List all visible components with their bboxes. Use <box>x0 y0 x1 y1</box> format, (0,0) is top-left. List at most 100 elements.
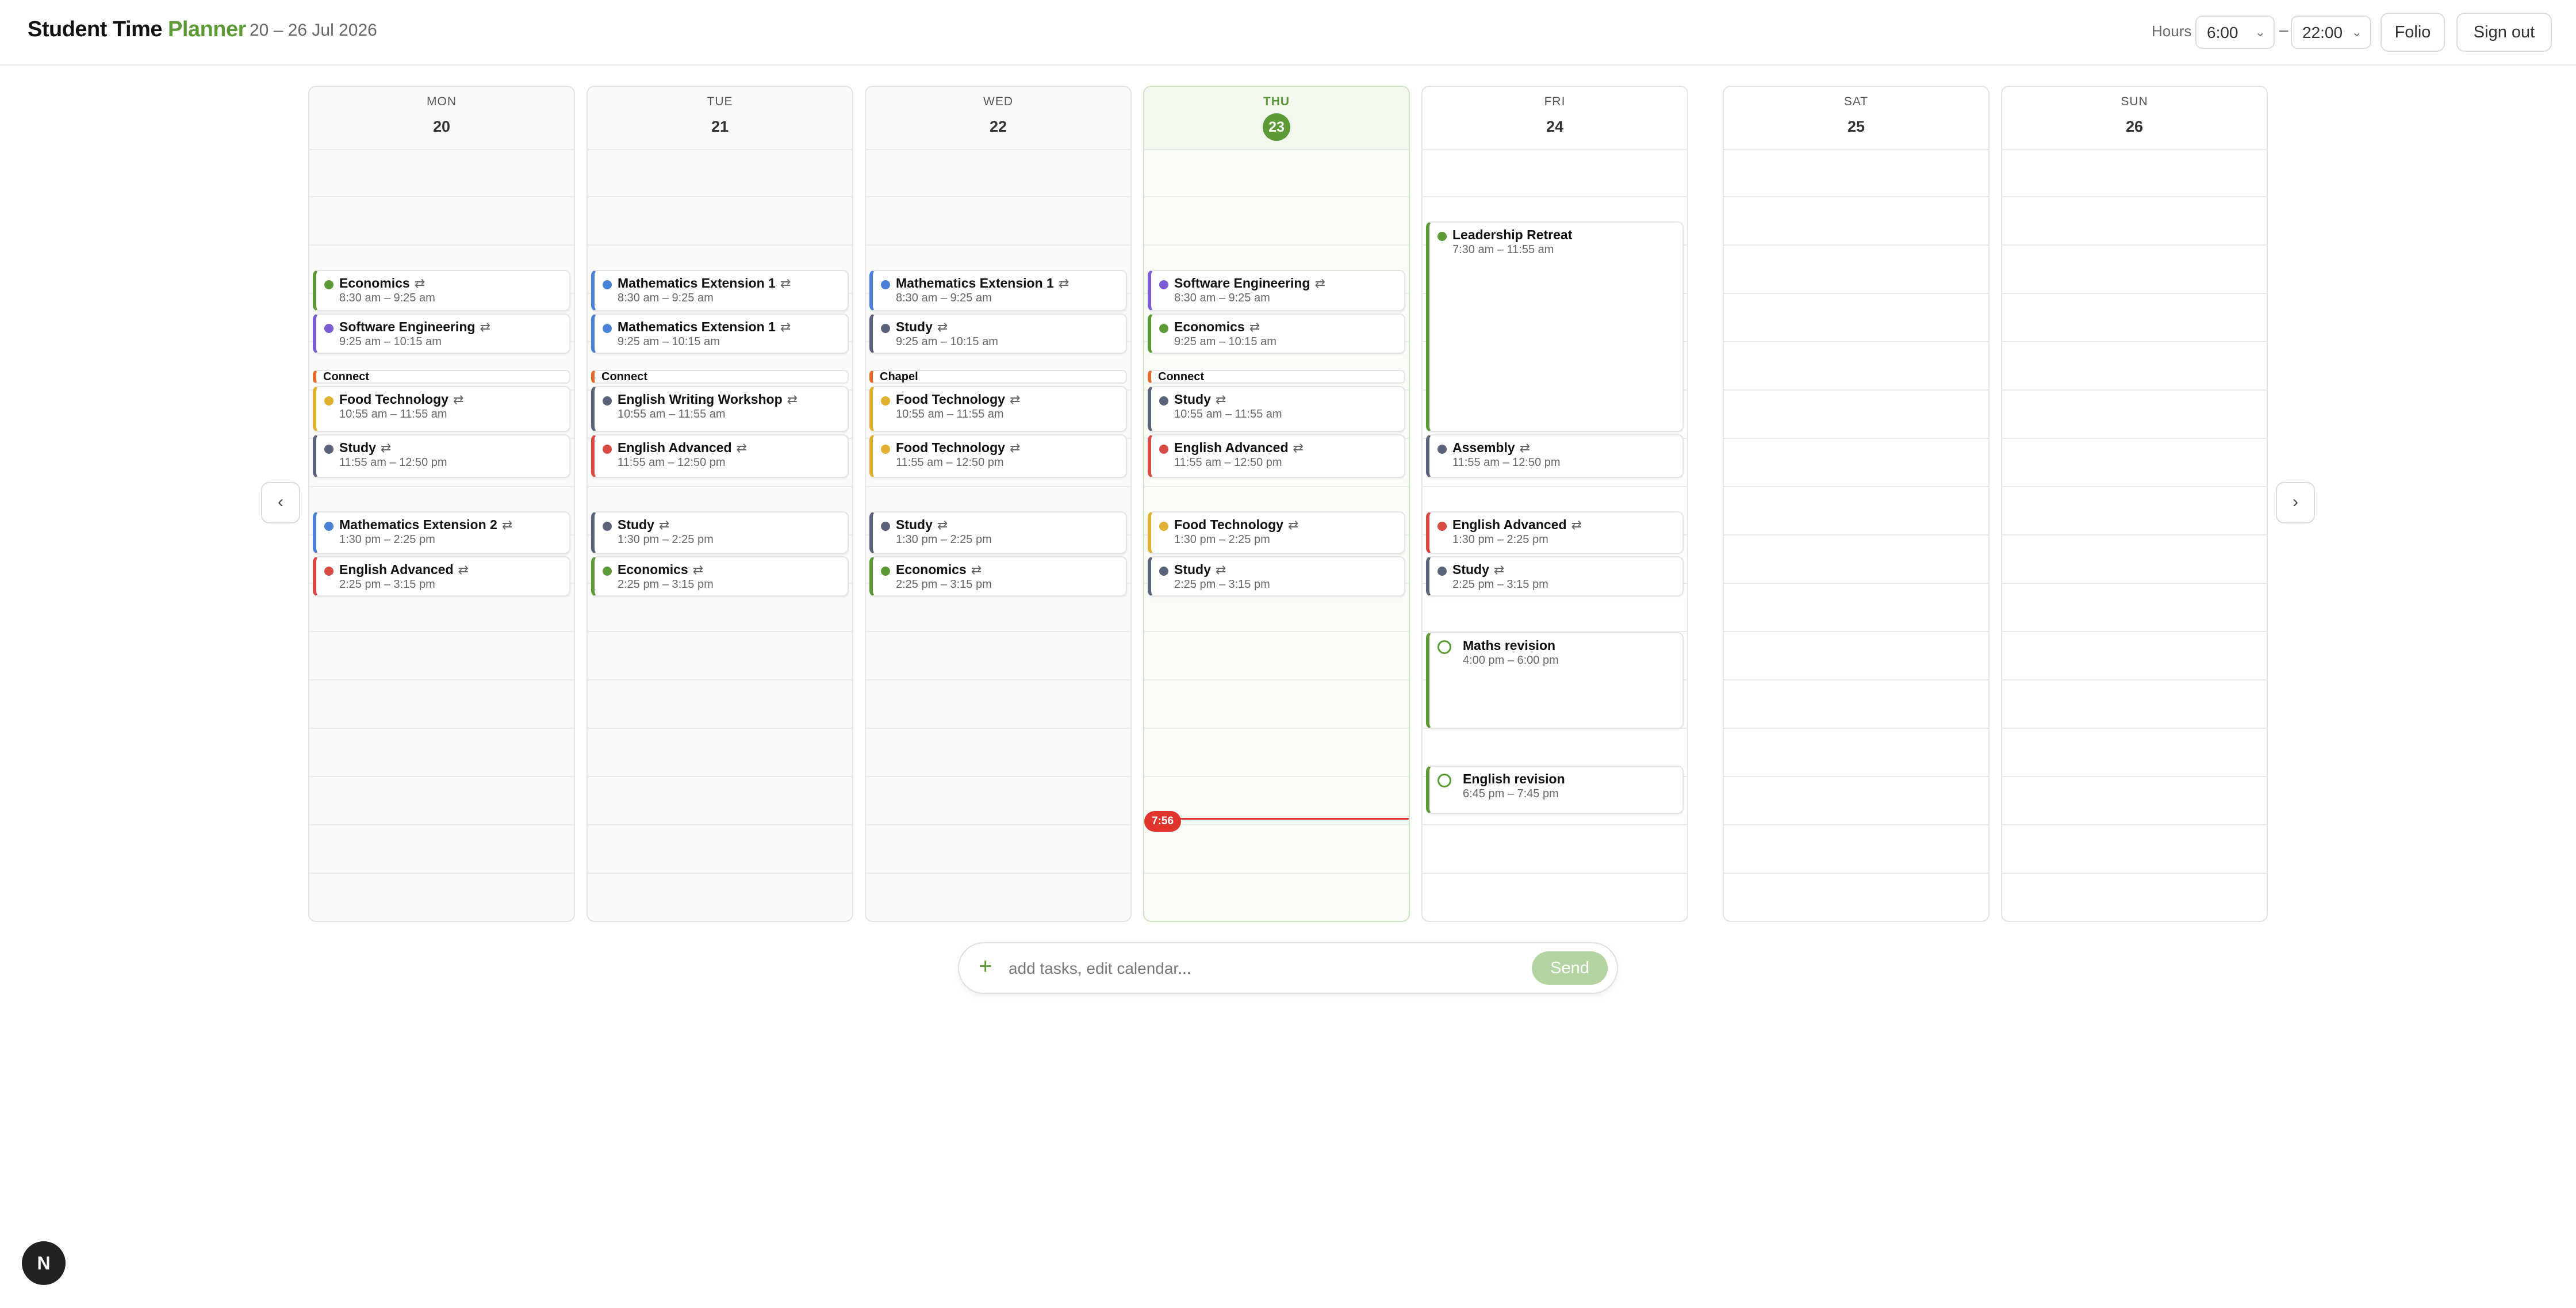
repeat-icon: ⇄ <box>658 518 670 532</box>
event-card[interactable]: Food Technology ⇄ 11:55 am – 12:50 pm <box>869 434 1127 478</box>
connect-bar[interactable]: Connect <box>313 370 570 384</box>
event-time: 1:30 pm – 2:25 pm <box>896 533 992 546</box>
next-week-button[interactable]: › <box>2276 482 2315 523</box>
repeat-icon: ⇄ <box>1571 518 1582 532</box>
day-column-fri: FRI 24 Leadership Retreat 7:30 am – 11:5… <box>1421 86 1688 922</box>
event-card[interactable]: English Advanced ⇄ 2:25 pm – 3:15 pm <box>313 556 570 596</box>
event-card[interactable]: Economics ⇄ 2:25 pm – 3:15 pm <box>869 556 1127 596</box>
day-name: THU <box>1263 95 1290 108</box>
event-time: 11:55 am – 12:50 pm <box>1452 456 1561 469</box>
task-time: 4:00 pm – 6:00 pm <box>1463 654 1559 667</box>
event-card[interactable]: Software Engineering ⇄ 9:25 am – 10:15 am <box>313 313 570 354</box>
day-number: 21 <box>711 118 729 135</box>
maths-dot-icon <box>603 280 612 289</box>
event-time: 10:55 am – 11:55 am <box>618 408 726 420</box>
day-column-mon: MON 20 Economics ⇄ 8:30 am – 9:25 am Soft… <box>308 86 575 922</box>
dev-tools-badge[interactable]: N <box>22 1241 66 1285</box>
day-number: 20 <box>432 118 451 135</box>
event-time: 9:25 am – 10:15 am <box>1174 335 1276 348</box>
event-title: Study <box>1452 562 1489 577</box>
repeat-icon: ⇄ <box>414 276 425 290</box>
chapel-bar[interactable]: Chapel <box>869 370 1127 384</box>
repeat-icon: ⇄ <box>1293 441 1304 455</box>
day-number: 26 <box>2125 118 2144 135</box>
maths-dot-icon <box>324 522 334 531</box>
bar-label: Connect <box>601 370 647 383</box>
assembly-dot-icon <box>1438 445 1447 454</box>
event-time: 2:25 pm – 3:15 pm <box>618 578 714 591</box>
end-hour-select[interactable]: 22:00 ⌄ <box>2291 16 2371 49</box>
event-card[interactable]: Mathematics Extension 1 ⇄ 8:30 am – 9:25 … <box>869 270 1127 311</box>
start-hour-value: 6:00 <box>2207 24 2238 41</box>
event-time: 11:55 am – 12:50 pm <box>1174 456 1282 469</box>
event-card[interactable]: Food Technology ⇄ 10:55 am – 11:55 am <box>313 386 570 432</box>
event-card[interactable]: Study ⇄ 1:30 pm – 2:25 pm <box>591 511 849 554</box>
task-checkbox[interactable] <box>1438 640 1451 654</box>
event-title: Food Technology <box>339 392 448 407</box>
event-card[interactable]: Study ⇄ 2:25 pm – 3:15 pm <box>1148 556 1405 596</box>
current-time-line <box>1178 818 1409 820</box>
hour-grid[interactable] <box>2002 149 2267 921</box>
day-name: FRI <box>1544 95 1566 108</box>
event-title: Study <box>896 319 933 334</box>
event-title: Food Technology <box>896 392 1005 407</box>
event-card[interactable]: Economics ⇄ 8:30 am – 9:25 am <box>313 270 570 311</box>
connect-bar[interactable]: Connect <box>1148 370 1405 384</box>
send-button[interactable]: Send <box>1532 951 1608 985</box>
repeat-icon: ⇄ <box>453 392 464 407</box>
event-card[interactable]: Study ⇄ 9:25 am – 10:15 am <box>869 313 1127 354</box>
folio-button[interactable]: Folio <box>2380 13 2445 52</box>
day-header: FRI 24 <box>1423 87 1687 150</box>
event-card[interactable]: English Writing Workshop ⇄ 10:55 am – 11:… <box>591 386 849 432</box>
task-card[interactable]: Maths revision 4:00 pm – 6:00 pm <box>1426 632 1684 729</box>
event-card[interactable]: Study ⇄ 2:25 pm – 3:15 pm <box>1426 556 1684 596</box>
bar-label: Connect <box>1158 370 1204 383</box>
day-header: WED 22 <box>866 87 1130 150</box>
plus-icon[interactable]: + <box>979 954 992 980</box>
event-title: Mathematics Extension 2 <box>339 517 497 532</box>
bar-label: Chapel <box>880 370 918 383</box>
day-name: TUE <box>707 95 733 108</box>
event-card[interactable]: English Advanced ⇄ 1:30 pm – 2:25 pm <box>1426 511 1684 554</box>
economics-dot-icon <box>1159 324 1168 333</box>
repeat-icon: ⇄ <box>1493 563 1505 577</box>
event-card[interactable]: Study ⇄ 1:30 pm – 2:25 pm <box>869 511 1127 554</box>
hour-grid[interactable] <box>1724 149 1988 921</box>
start-hour-select[interactable]: 6:00 ⌄ <box>2195 16 2275 49</box>
day-header: TUE 21 <box>588 87 852 150</box>
event-time: 10:55 am – 11:55 am <box>896 408 1004 420</box>
connect-bar[interactable]: Connect <box>591 370 849 384</box>
repeat-icon: ⇄ <box>1009 392 1021 407</box>
prev-week-button[interactable]: ‹ <box>261 482 300 523</box>
day-name: SUN <box>2121 95 2148 108</box>
sign-out-button[interactable]: Sign out <box>2456 13 2552 52</box>
event-title: English Writing Workshop <box>618 392 783 407</box>
event-card[interactable]: Food Technology ⇄ 1:30 pm – 2:25 pm <box>1148 511 1405 554</box>
day-column-thu: THU 23 Software Engineering ⇄ 8:30 am – 9… <box>1143 86 1410 922</box>
event-title: Food Technology <box>896 440 1005 455</box>
event-card[interactable]: English Advanced ⇄ 11:55 am – 12:50 pm <box>591 434 849 478</box>
event-card[interactable]: Software Engineering ⇄ 8:30 am – 9:25 am <box>1148 270 1405 311</box>
event-card[interactable]: Food Technology ⇄ 10:55 am – 11:55 am <box>869 386 1127 432</box>
chevron-left-icon: ‹ <box>278 492 283 511</box>
repeat-icon: ⇄ <box>692 563 704 577</box>
repeat-icon: ⇄ <box>787 392 798 407</box>
event-card[interactable]: Leadership Retreat 7:30 am – 11:55 am <box>1426 221 1684 432</box>
command-input[interactable] <box>1007 953 1447 985</box>
top-bar: Student Time Planner 20 – 26 Jul 2026 Ho… <box>0 0 2576 66</box>
task-card[interactable]: English revision 6:45 pm – 7:45 pm <box>1426 766 1684 814</box>
task-checkbox[interactable] <box>1438 774 1451 787</box>
event-card[interactable]: Mathematics Extension 1 ⇄ 8:30 am – 9:25 … <box>591 270 849 311</box>
event-time: 11:55 am – 12:50 pm <box>339 456 447 469</box>
event-card[interactable]: Study ⇄ 11:55 am – 12:50 pm <box>313 434 570 478</box>
software-dot-icon <box>1159 280 1168 289</box>
event-time: 7:30 am – 11:55 am <box>1452 243 1554 256</box>
event-card[interactable]: Economics ⇄ 2:25 pm – 3:15 pm <box>591 556 849 596</box>
event-card[interactable]: Mathematics Extension 1 ⇄ 9:25 am – 10:15… <box>591 313 849 354</box>
event-card[interactable]: Mathematics Extension 2 ⇄ 1:30 pm – 2:25 … <box>313 511 570 554</box>
event-card[interactable]: Study ⇄ 10:55 am – 11:55 am <box>1148 386 1405 432</box>
event-card[interactable]: Economics ⇄ 9:25 am – 10:15 am <box>1148 313 1405 354</box>
event-card[interactable]: English Advanced ⇄ 11:55 am – 12:50 pm <box>1148 434 1405 478</box>
event-card[interactable]: Assembly ⇄ 11:55 am – 12:50 pm <box>1426 434 1684 478</box>
event-time: 10:55 am – 11:55 am <box>339 408 447 420</box>
